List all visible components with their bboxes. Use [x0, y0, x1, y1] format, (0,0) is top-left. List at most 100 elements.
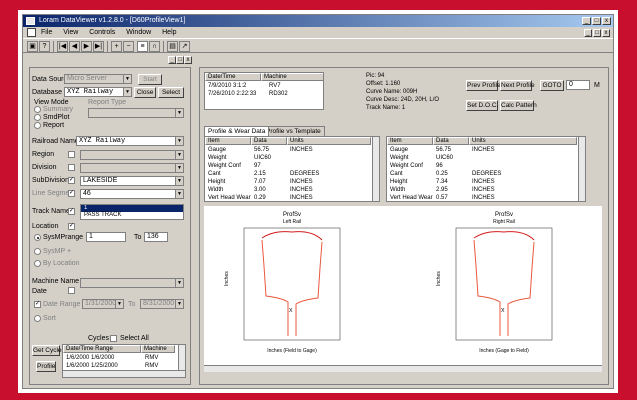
mdi-close-button[interactable]: x	[602, 29, 610, 37]
column-machine[interactable]: Machine	[141, 345, 175, 353]
report-type-label: Report Type	[88, 99, 127, 106]
close-button[interactable]: x	[602, 17, 611, 25]
next-profile-button[interactable]: Next Profile	[500, 80, 535, 91]
session-date[interactable]: 7/9/2010 3:1:2	[208, 83, 246, 89]
date-to-select[interactable]: 8/31/2000 ▼	[140, 299, 184, 309]
set-doc-button[interactable]: Set D.O.C.	[466, 100, 498, 111]
save-icon[interactable]: ▣	[27, 41, 38, 52]
menu-help[interactable]: Help	[162, 29, 176, 36]
cycle-range[interactable]: 1/6/2000 1/25/2000	[66, 363, 118, 369]
track-name-checkbox[interactable]: ✓	[68, 208, 75, 215]
column-item[interactable]: Item	[387, 137, 433, 145]
select-db-button[interactable]: Select	[158, 87, 184, 98]
left-chart-marker: x	[289, 307, 293, 314]
data-source-select[interactable]: Micro Server ▼	[64, 74, 132, 84]
region-select[interactable]: ▼	[80, 150, 184, 160]
division-checkbox[interactable]	[68, 164, 75, 171]
cycle-machine[interactable]: RMV	[145, 363, 158, 369]
session-list[interactable]: Date/Time Machine 7/9/2010 3:1:2 RV7 7/2…	[204, 72, 324, 110]
cycles-vscroll[interactable]	[178, 345, 185, 371]
zoom-out-icon[interactable]: −	[123, 41, 134, 52]
location-checkbox[interactable]: ✓	[68, 223, 75, 230]
session-machine[interactable]: RD302	[269, 91, 288, 97]
column-data[interactable]: Data	[251, 137, 287, 145]
right-table-vscroll[interactable]	[578, 137, 585, 201]
column-date-range[interactable]: Date/Time Range	[63, 345, 141, 353]
calc-pattern-button[interactable]: Calc Pattern	[500, 100, 537, 111]
profile-icon[interactable]: ∩	[149, 41, 160, 52]
date-range-checkbox[interactable]: ✓	[34, 301, 41, 308]
panel-close-button[interactable]: x	[184, 56, 192, 64]
date-from-select[interactable]: 1/31/2000 ▼	[82, 299, 124, 309]
column-units[interactable]: Units	[287, 137, 371, 145]
cycle-range[interactable]: 1/6/2000 1/6/2000	[66, 355, 114, 361]
start-button[interactable]: Start	[138, 74, 162, 85]
view-mode-report-radio[interactable]	[34, 122, 41, 129]
sys-mp-from-input[interactable]: 1	[86, 232, 126, 242]
panel-minimize-button[interactable]: _	[168, 56, 176, 64]
column-units[interactable]: Units	[469, 137, 577, 145]
right-item-cell: Gauge	[390, 147, 409, 153]
last-icon[interactable]: ▶|	[93, 41, 104, 52]
date-checkbox[interactable]	[68, 287, 75, 294]
mdi-minimize-button[interactable]: _	[584, 29, 592, 37]
cycles-list[interactable]: Date/Time Range Machine 1/6/2000 1/6/200…	[62, 344, 186, 378]
prev-icon[interactable]: ◀	[69, 41, 80, 52]
minimize-button[interactable]: _	[582, 17, 591, 25]
left-table-vscroll[interactable]	[372, 137, 379, 201]
menu-controls[interactable]: Controls	[89, 29, 115, 36]
session-date[interactable]: 7/26/2010 2:22:33	[208, 91, 256, 97]
export-icon[interactable]: ↗	[179, 41, 190, 52]
charts-hscroll[interactable]	[204, 365, 602, 372]
column-data[interactable]: Data	[433, 137, 469, 145]
close-db-button[interactable]: Close	[134, 87, 156, 98]
cycles-hscroll[interactable]	[63, 370, 185, 377]
goto-button[interactable]: GOTO	[540, 80, 564, 91]
sys-mp-plus-radio[interactable]	[34, 248, 41, 255]
subdivision-checkbox[interactable]: ✓	[68, 177, 75, 184]
help-icon[interactable]: ?	[39, 41, 50, 52]
track-name-item[interactable]: PASS TRACK	[81, 212, 183, 219]
panel-restore-button[interactable]: □	[176, 56, 184, 64]
menu-view[interactable]: View	[63, 29, 78, 36]
tab-profile-wear[interactable]: Profile & Wear Data	[204, 126, 270, 136]
prev-profile-button[interactable]: Prev Profile	[466, 80, 501, 91]
view-mode-summary-radio[interactable]	[34, 106, 41, 113]
line-segment-select[interactable]: 46 ▼	[80, 189, 184, 199]
mdi-maximize-button[interactable]: □	[593, 29, 601, 37]
database-select[interactable]: XYZ Railway ▼	[64, 87, 132, 97]
sys-mp-range-radio[interactable]	[34, 234, 41, 241]
track-name-list[interactable]: 1 PASS TRACK	[80, 204, 184, 220]
session-machine[interactable]: RV7	[269, 83, 281, 89]
by-location-radio[interactable]	[34, 260, 41, 267]
tab-profile-template[interactable]: Profile vs Template	[262, 126, 325, 136]
railroad-name-select[interactable]: XYZ Railway ▼	[76, 136, 184, 146]
sort-radio[interactable]	[34, 315, 41, 322]
goto-input[interactable]: 0	[566, 80, 590, 90]
next-icon[interactable]: ▶	[81, 41, 92, 52]
subdivision-select[interactable]: LAKESIDE ▼	[80, 176, 184, 186]
division-select[interactable]: ▼	[80, 163, 184, 173]
cycle-machine[interactable]: RMV	[145, 355, 158, 361]
wear-icon[interactable]: ≡	[137, 41, 148, 52]
column-item[interactable]: Item	[205, 137, 251, 145]
zoom-in-icon[interactable]: +	[111, 41, 122, 52]
line-segment-checkbox[interactable]: ✓	[68, 190, 75, 197]
get-cycles-button[interactable]: Get Cycles	[32, 345, 65, 356]
menu-file[interactable]: File	[41, 29, 52, 36]
region-checkbox[interactable]	[68, 151, 75, 158]
sys-mp-to-input[interactable]: 136	[144, 232, 168, 242]
machine-name-select[interactable]: ▼	[80, 278, 184, 288]
print-icon[interactable]: ▤	[167, 41, 178, 52]
first-icon[interactable]: |◀	[57, 41, 68, 52]
menu-window[interactable]: Window	[126, 29, 151, 36]
column-date-time[interactable]: Date/Time	[205, 73, 261, 81]
select-all-checkbox[interactable]	[110, 335, 117, 342]
track-name-item[interactable]: 1	[81, 205, 183, 212]
maximize-button[interactable]: □	[592, 17, 601, 25]
view-mode-smdplot-radio[interactable]	[34, 114, 41, 121]
report-type-select[interactable]: ▼	[88, 108, 184, 118]
profile-button[interactable]: Profile	[36, 361, 56, 372]
column-machine[interactable]: Machine	[261, 73, 323, 81]
machine-name-label: Machine Name	[32, 278, 80, 285]
